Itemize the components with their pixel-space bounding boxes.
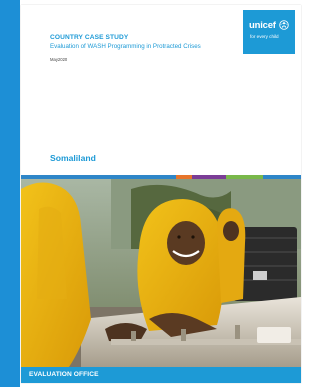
- footer-band: EVALUATION OFFICE: [21, 367, 301, 383]
- logo-tagline: for every child: [250, 34, 279, 39]
- document-page: COUNTRY CASE STUDY Evaluation of WASH Pr…: [0, 0, 302, 387]
- document-type: COUNTRY CASE STUDY: [50, 34, 129, 41]
- unicef-logo: unicef for every child: [243, 10, 295, 54]
- report-cover: COUNTRY CASE STUDY Evaluation of WASH Pr…: [21, 5, 301, 383]
- unicef-emblem-icon: [279, 20, 289, 30]
- report-date: May2020: [50, 57, 68, 62]
- cover-photo: [21, 179, 301, 367]
- footer-label: EVALUATION OFFICE: [29, 371, 99, 378]
- logo-wordmark: unicef: [249, 20, 276, 31]
- country-name: Somaliland: [50, 153, 96, 163]
- report-title: Evaluation of WASH Programming in Protra…: [50, 43, 201, 50]
- page-sidebar-strip: [0, 0, 20, 387]
